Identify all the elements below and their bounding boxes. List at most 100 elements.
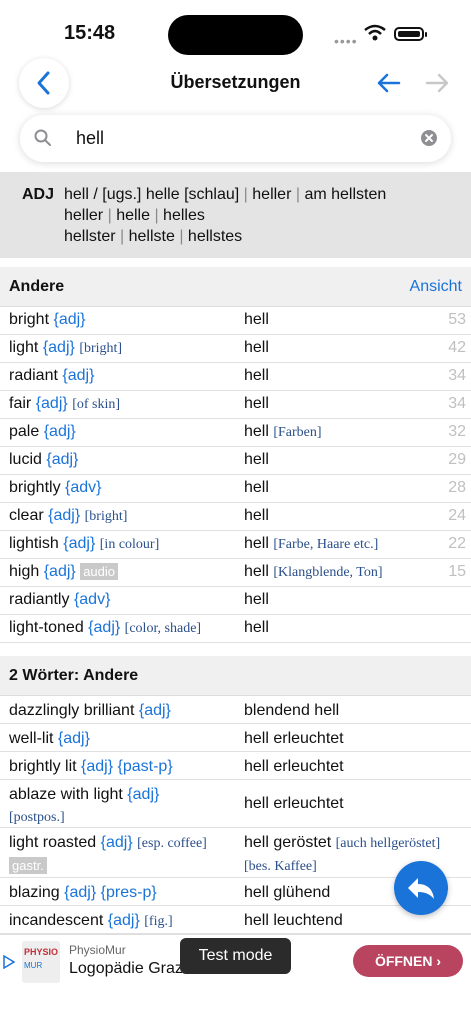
forms-line-1: hell / [ugs.] helle [schlau] | heller | …	[64, 186, 387, 203]
table-row[interactable]: bright {adj} hell 53	[0, 307, 471, 335]
table-row[interactable]: lucid {adj} hell 29	[0, 447, 471, 475]
usage-note: [Farben]	[273, 425, 322, 440]
german-cell: hell	[244, 619, 464, 637]
grammar-tag: {adj}	[88, 619, 121, 636]
grammar-tag: {adj}	[43, 563, 76, 580]
german-cell: hell [Farbe, Haare etc.]	[244, 535, 464, 553]
usage-note: [color, shade]	[124, 621, 202, 636]
english-cell: lightish {adj} [in colour]	[9, 535, 239, 553]
table-row[interactable]: pale {adj} hell [Farben] 32	[0, 419, 471, 447]
view-link[interactable]: Ansicht	[410, 278, 462, 296]
english-word: brightly lit	[9, 758, 77, 775]
table-row[interactable]: light-toned {adj} [color, shade] hell	[0, 615, 471, 643]
english-cell: blazing {adj} {pres-p}	[9, 882, 239, 904]
english-cell: light-toned {adj} [color, shade]	[9, 619, 239, 637]
grammar-tag: {adj}	[57, 730, 90, 747]
english-word: fair	[9, 395, 32, 412]
table-row[interactable]: ablaze with light {adj} [postpos.] hell er…	[0, 780, 471, 828]
english-cell: pale {adj}	[9, 423, 239, 441]
ad-choices-icon[interactable]	[3, 955, 15, 969]
german-word: hell	[244, 479, 269, 496]
form: helle	[116, 207, 150, 224]
grammar-tag: {adj}	[42, 339, 75, 356]
german-word: hell	[244, 591, 269, 608]
usage-note: [esp. coffee]	[137, 836, 207, 851]
arrow-right-icon[interactable]	[425, 72, 449, 94]
table-row[interactable]: brightly lit {adj} {past-p} hell erleucht…	[0, 752, 471, 780]
wifi-icon	[364, 24, 386, 41]
audio-badge[interactable]: audio	[80, 563, 119, 580]
english-word: light-toned	[9, 619, 84, 636]
german-cell: hell	[244, 395, 464, 413]
section-header: Andere Ansicht	[0, 267, 471, 307]
table-row[interactable]: light {adj} [bright] hell 42	[0, 335, 471, 363]
german-cell: hell erleuchtet	[244, 756, 464, 778]
cellular-signal-icon: ••••	[334, 33, 358, 49]
ad-logo-subtext: MUR	[24, 961, 43, 970]
german-word: hell glühend	[244, 884, 331, 901]
dynamic-island	[168, 15, 303, 55]
grammar-tag: {adj}	[46, 451, 79, 468]
german-word: hell geröstet	[244, 834, 332, 851]
rating-count: 34	[448, 395, 466, 412]
pos-label: ADJ	[22, 186, 55, 203]
german-word: blendend hell	[244, 702, 340, 719]
usage-note: [postpos.]	[9, 810, 65, 825]
usage-note: [bes. Kaffee]	[244, 859, 317, 874]
table-row[interactable]: radiant {adj} hell 34	[0, 363, 471, 391]
table-row[interactable]: high {adj} audio hell [Klangblende, Ton] 1…	[0, 559, 471, 587]
english-word: ablaze with light	[9, 786, 123, 803]
table-row[interactable]: clear {adj} [bright] hell 24	[0, 503, 471, 531]
status-time: 15:48	[64, 22, 116, 44]
grammar-tag: {adj}	[107, 912, 140, 929]
share-button[interactable]	[394, 861, 448, 915]
usage-note: [in colour]	[99, 537, 160, 552]
german-word: hell	[244, 423, 269, 440]
usage-note: [of skin]	[72, 397, 121, 412]
search-query[interactable]: hell	[76, 128, 104, 149]
ad-open-button[interactable]: ÖFFNEN ›	[353, 945, 463, 977]
table-row[interactable]: radiantly {adv} hell	[0, 587, 471, 615]
section-title: Andere	[9, 278, 65, 295]
clear-icon[interactable]	[420, 129, 438, 147]
nav-bar: Übersetzungen	[0, 58, 471, 108]
english-word: radiant	[9, 367, 58, 384]
german-cell: hell erleuchtet	[244, 728, 464, 750]
usage-note: [auch hellgeröstet]	[335, 836, 441, 851]
rating-count: 15	[448, 563, 466, 580]
table-row[interactable]: brightly {adv} hell 28	[0, 475, 471, 503]
table-row[interactable]: fair {adj} [of skin] hell 34	[0, 391, 471, 419]
english-cell: light roasted {adj} [esp. coffee] gastr.	[9, 832, 239, 877]
english-word: dazzlingly brilliant	[9, 702, 135, 719]
english-word: bright	[9, 311, 50, 328]
english-cell: light {adj} [bright]	[9, 339, 239, 357]
german-cell: blendend hell	[244, 700, 464, 722]
ad-logo-text: PHYSIO	[24, 947, 59, 957]
german-word: hell	[244, 339, 269, 356]
english-word: light roasted	[9, 834, 97, 851]
usage-note: [bright]	[79, 341, 123, 356]
arrow-left-icon[interactable]	[377, 72, 401, 94]
german-word: hell erleuchtet	[244, 730, 344, 747]
german-cell: hell erleuchtet	[244, 793, 464, 815]
forms-line-3: hellster | hellste | hellstes	[64, 228, 243, 245]
table-row[interactable]: lightish {adj} [in colour] hell [Farbe, H…	[0, 531, 471, 559]
german-cell: hell [Farben]	[244, 423, 464, 441]
english-cell: bright {adj}	[9, 311, 239, 329]
german-word: hell	[244, 563, 269, 580]
rating-count: 42	[448, 339, 466, 356]
table-row[interactable]: well-lit {adj} hell erleuchtet	[0, 724, 471, 752]
form: helles	[163, 207, 205, 224]
table-row[interactable]: dazzlingly brilliant {adj} blendend hell	[0, 696, 471, 724]
english-cell: brightly lit {adj} {past-p}	[9, 756, 239, 778]
form: heller	[64, 207, 104, 224]
rating-count: 32	[448, 423, 466, 440]
usage-note: [bright]	[84, 509, 128, 524]
german-cell: hell	[244, 591, 464, 609]
grammar-tag: {adj}	[127, 786, 160, 803]
german-word: hell	[244, 451, 269, 468]
grammar-tag: {adj}	[35, 395, 68, 412]
search-input[interactable]: hell	[20, 115, 451, 162]
status-bar: 15:48 ••••	[0, 0, 471, 58]
grammar-tag: {adj}	[48, 507, 81, 524]
